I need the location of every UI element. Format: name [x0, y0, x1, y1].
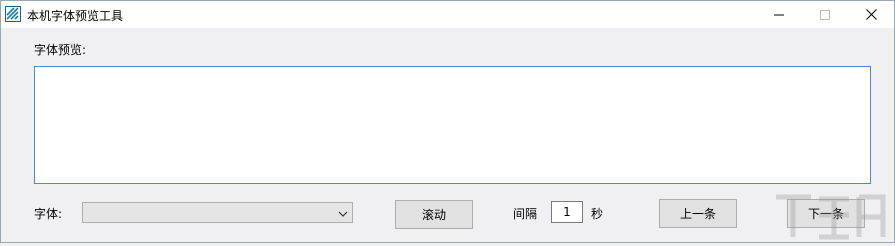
font-select-dropdown[interactable]	[82, 202, 353, 223]
font-preview-area[interactable]	[34, 66, 871, 184]
interval-input[interactable]	[551, 201, 583, 223]
next-button[interactable]: 下一条	[787, 199, 865, 228]
minimize-button[interactable]	[756, 1, 802, 28]
minimize-icon	[774, 10, 784, 20]
maximize-button[interactable]	[802, 1, 848, 28]
seconds-unit-label: 秒	[591, 207, 604, 221]
interval-label: 间隔	[513, 207, 538, 221]
maximize-icon	[820, 9, 830, 20]
previous-button[interactable]: 上一条	[659, 199, 737, 228]
close-icon	[865, 9, 877, 20]
chevron-down-icon	[338, 208, 348, 218]
font-label: 字体:	[34, 207, 63, 221]
window-title: 本机字体预览工具	[27, 9, 124, 23]
close-button[interactable]	[848, 1, 894, 28]
title-bar[interactable]: 本机字体预览工具	[1, 1, 894, 28]
app-logo-icon	[5, 6, 21, 22]
preview-label: 字体预览:	[34, 43, 87, 57]
scroll-button[interactable]: 滚动	[395, 200, 473, 229]
app-window: 本机字体预览工具 字体预览: 字体: 滚动 间隔 秒 上一条 下一条	[0, 0, 895, 243]
